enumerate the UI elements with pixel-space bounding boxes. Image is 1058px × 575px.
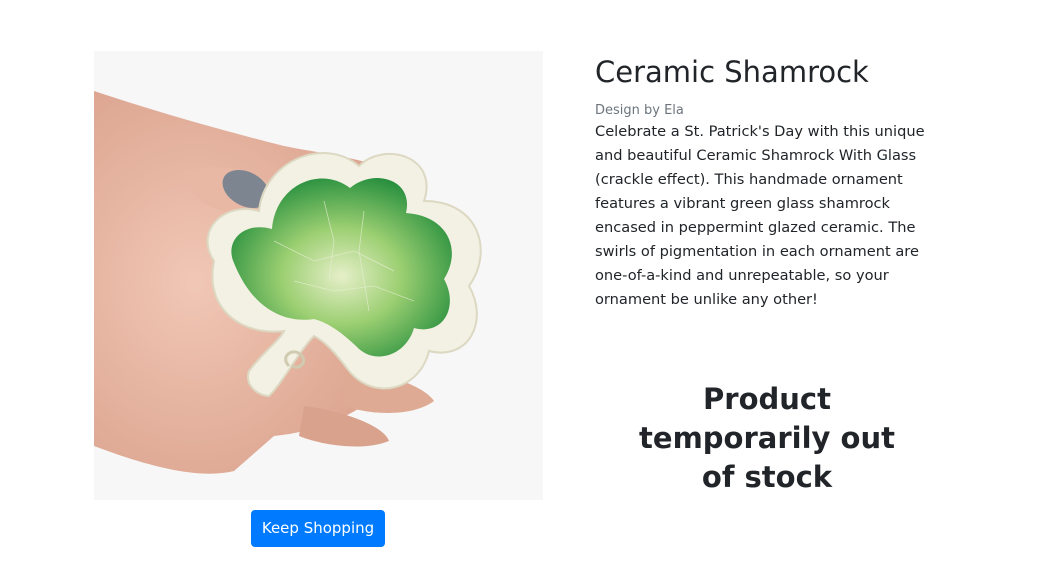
product-page: Keep Shopping Ceramic Shamrock Design by…: [0, 0, 1058, 575]
product-description: Celebrate a St. Patrick's Day with this …: [595, 123, 925, 308]
product-details: Ceramic Shamrock Design by Ela Celebrate…: [595, 52, 945, 312]
shamrock-photo-icon: [94, 51, 543, 500]
product-designer: Design by Ela: [595, 103, 684, 118]
product-title: Ceramic Shamrock: [595, 55, 869, 89]
keep-shopping-button[interactable]: Keep Shopping: [251, 510, 385, 547]
stock-status: Product temporarily out of stock: [639, 382, 895, 494]
product-image: [94, 51, 543, 500]
